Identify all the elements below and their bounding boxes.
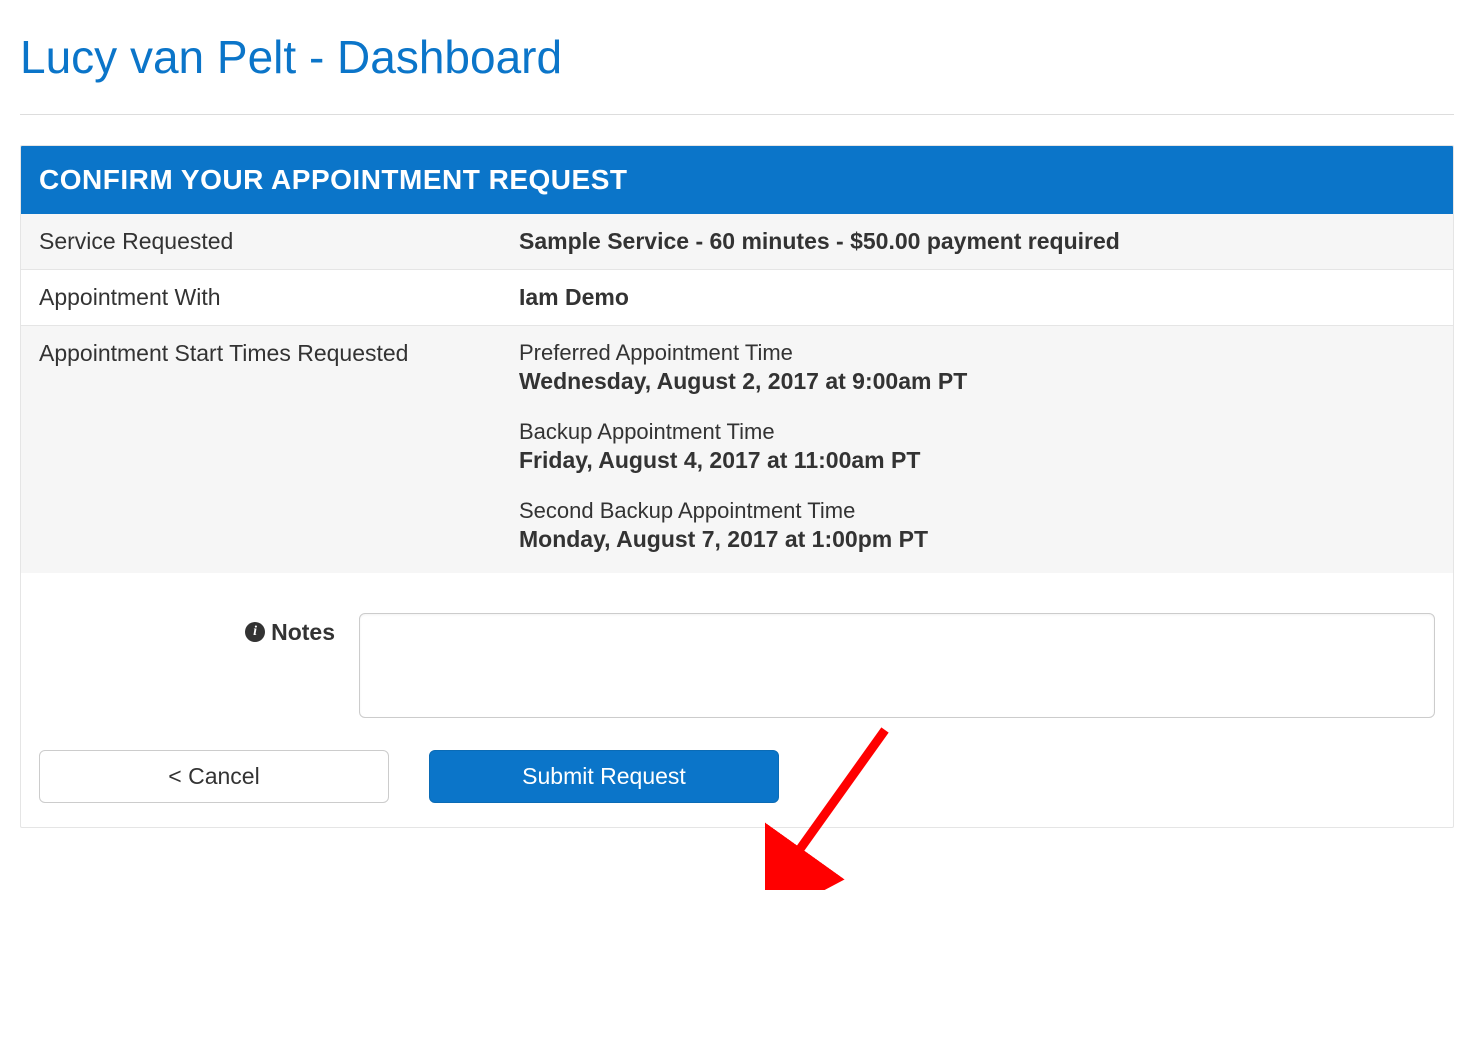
service-requested-value: Sample Service - 60 minutes - $50.00 pay… <box>501 214 1453 270</box>
notes-label: Notes <box>271 619 335 645</box>
divider <box>20 114 1454 115</box>
notes-row: i Notes <box>21 573 1453 728</box>
table-row: Appointment Start Times Requested Prefer… <box>21 326 1453 574</box>
confirm-appointment-panel: CONFIRM YOUR APPOINTMENT REQUEST Service… <box>20 145 1454 828</box>
preferred-time-block: Preferred Appointment Time Wednesday, Au… <box>519 340 1435 395</box>
backup2-time-block: Second Backup Appointment Time Monday, A… <box>519 498 1435 553</box>
table-row: Service Requested Sample Service - 60 mi… <box>21 214 1453 270</box>
preferred-time-value: Wednesday, August 2, 2017 at 9:00am PT <box>519 368 1435 395</box>
notes-textarea[interactable] <box>359 613 1435 718</box>
backup1-time-label: Backup Appointment Time <box>519 419 1435 445</box>
appointment-with-label: Appointment With <box>21 270 501 326</box>
backup2-time-label: Second Backup Appointment Time <box>519 498 1435 524</box>
info-icon: i <box>245 622 265 642</box>
service-requested-label: Service Requested <box>21 214 501 270</box>
cancel-button[interactable]: < Cancel <box>39 750 389 803</box>
start-times-label: Appointment Start Times Requested <box>21 326 501 574</box>
start-times-value: Preferred Appointment Time Wednesday, Au… <box>501 326 1453 574</box>
table-row: Appointment With Iam Demo <box>21 270 1453 326</box>
appointment-with-value: Iam Demo <box>501 270 1453 326</box>
button-row: < Cancel Submit Request <box>21 728 1453 827</box>
backup2-time-value: Monday, August 7, 2017 at 1:00pm PT <box>519 526 1435 553</box>
backup1-time-block: Backup Appointment Time Friday, August 4… <box>519 419 1435 474</box>
preferred-time-label: Preferred Appointment Time <box>519 340 1435 366</box>
notes-label-wrap: i Notes <box>39 613 359 646</box>
summary-table: Service Requested Sample Service - 60 mi… <box>21 214 1453 573</box>
backup1-time-value: Friday, August 4, 2017 at 11:00am PT <box>519 447 1435 474</box>
submit-request-button[interactable]: Submit Request <box>429 750 779 803</box>
panel-header: CONFIRM YOUR APPOINTMENT REQUEST <box>21 146 1453 214</box>
page-title: Lucy van Pelt - Dashboard <box>20 30 1454 84</box>
